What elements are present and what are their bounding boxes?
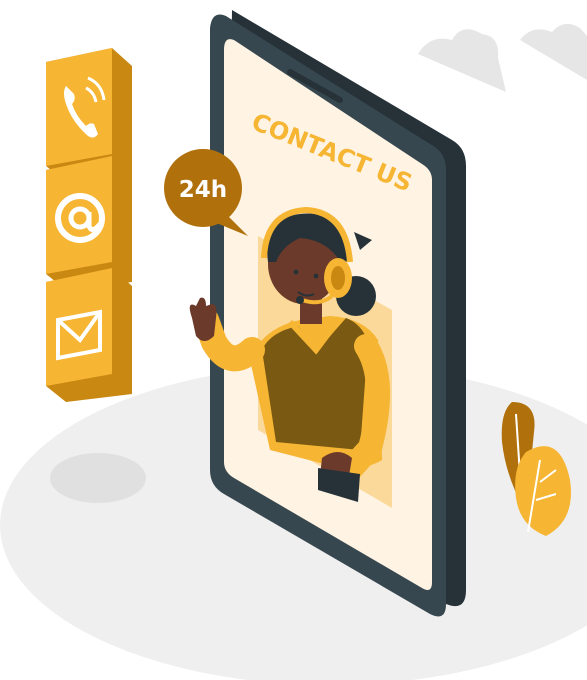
24h-label: 24h <box>179 177 227 203</box>
email-tile <box>46 156 132 290</box>
mail-tile <box>46 268 132 402</box>
waving-hand <box>189 297 217 341</box>
contact-us-illustration: CONTACT US 24h <box>0 10 587 680</box>
cloud-decoration <box>418 23 587 92</box>
